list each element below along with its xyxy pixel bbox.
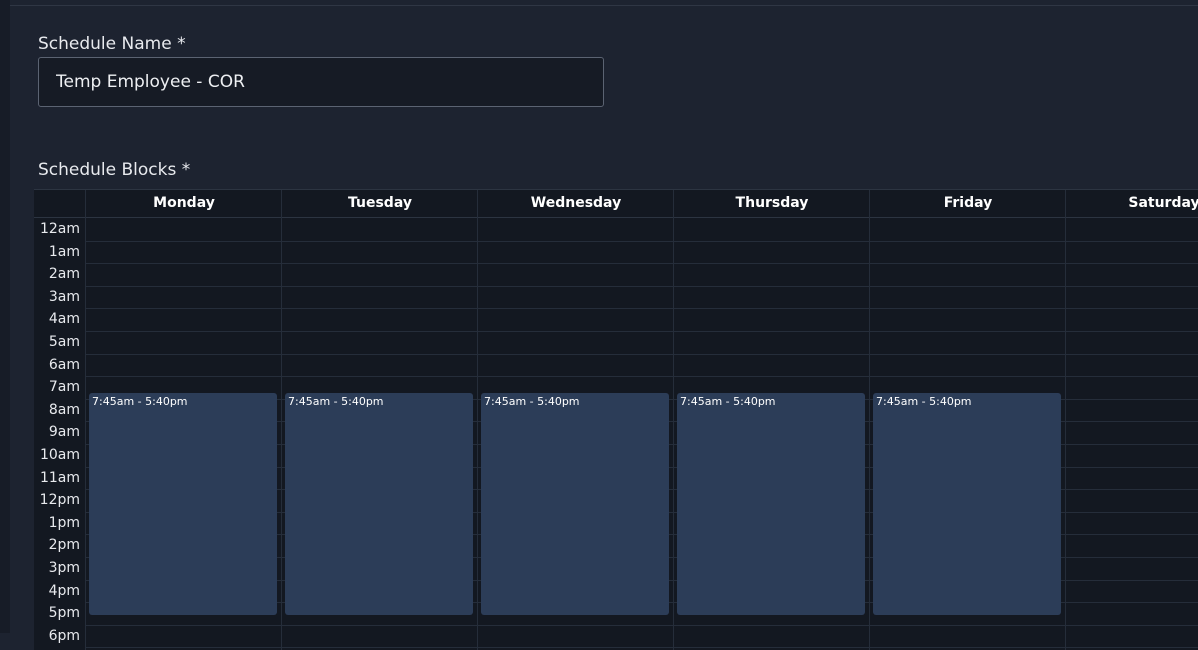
hour-label-6pm: 6pm — [48, 628, 80, 644]
hour-row-divider — [86, 331, 1198, 332]
schedule-block-thursday[interactable]: 7:45am - 5:40pm — [677, 393, 865, 615]
column-divider — [85, 190, 86, 650]
day-header-thursday: Thursday — [735, 195, 809, 211]
day-header-saturday: Saturday — [1128, 195, 1198, 211]
schedule-block-wednesday[interactable]: 7:45am - 5:40pm — [481, 393, 669, 615]
hour-label-12am: 12am — [39, 221, 80, 237]
schedule-name-input[interactable] — [38, 57, 604, 107]
schedule-block-monday[interactable]: 7:45am - 5:40pm — [89, 393, 277, 615]
schedule-block-time-label: 7:45am - 5:40pm — [288, 395, 384, 408]
column-divider — [869, 190, 870, 650]
hour-label-4pm: 4pm — [48, 583, 80, 599]
hour-row-divider — [86, 647, 1198, 648]
hour-row-divider — [86, 354, 1198, 355]
column-divider — [477, 190, 478, 650]
column-divider — [1065, 190, 1066, 650]
hour-label-10am: 10am — [39, 447, 80, 463]
schedule-block-tuesday[interactable]: 7:45am - 5:40pm — [285, 393, 473, 615]
hour-label-5am: 5am — [48, 334, 80, 350]
hour-label-12pm: 12pm — [39, 492, 80, 508]
hour-label-9am: 9am — [48, 424, 80, 440]
schedule-block-time-label: 7:45am - 5:40pm — [484, 395, 580, 408]
hour-label-11am: 11am — [39, 470, 80, 486]
hour-label-2pm: 2pm — [48, 537, 80, 553]
day-header-friday: Friday — [943, 195, 993, 211]
schedule-block-friday[interactable]: 7:45am - 5:40pm — [873, 393, 1061, 615]
day-header-monday: Monday — [153, 195, 215, 211]
hour-label-5pm: 5pm — [48, 605, 80, 621]
hour-label-7am: 7am — [48, 379, 80, 395]
schedule-block-time-label: 7:45am - 5:40pm — [876, 395, 972, 408]
hour-label-6am: 6am — [48, 357, 80, 373]
hour-row-divider — [86, 308, 1198, 309]
hour-row-divider — [86, 286, 1198, 287]
left-edge-panel — [0, 0, 10, 633]
schedule-block-time-label: 7:45am - 5:40pm — [92, 395, 188, 408]
hour-label-4am: 4am — [48, 311, 80, 327]
header-divider — [34, 217, 1198, 218]
schedule-block-time-label: 7:45am - 5:40pm — [680, 395, 776, 408]
hour-label-1am: 1am — [48, 244, 80, 260]
schedule-name-label: Schedule Name * — [38, 34, 186, 54]
hour-row-divider — [86, 241, 1198, 242]
hour-row-divider — [86, 625, 1198, 626]
hour-label-8am: 8am — [48, 402, 80, 418]
column-divider — [281, 190, 282, 650]
schedule-calendar[interactable]: Monday Tuesday Wednesday Thursday Friday Satu… — [34, 189, 1198, 650]
hour-label-3pm: 3pm — [48, 560, 80, 576]
schedule-blocks-label: Schedule Blocks * — [38, 160, 191, 180]
day-header-wednesday: Wednesday — [530, 195, 622, 211]
top-divider — [10, 5, 1198, 6]
hour-label-2am: 2am — [48, 266, 80, 282]
hour-label-3am: 3am — [48, 289, 80, 305]
hour-label-1pm: 1pm — [48, 515, 80, 531]
hour-row-divider — [86, 376, 1198, 377]
hour-row-divider — [86, 263, 1198, 264]
day-header-tuesday: Tuesday — [348, 195, 412, 211]
column-divider — [673, 190, 674, 650]
